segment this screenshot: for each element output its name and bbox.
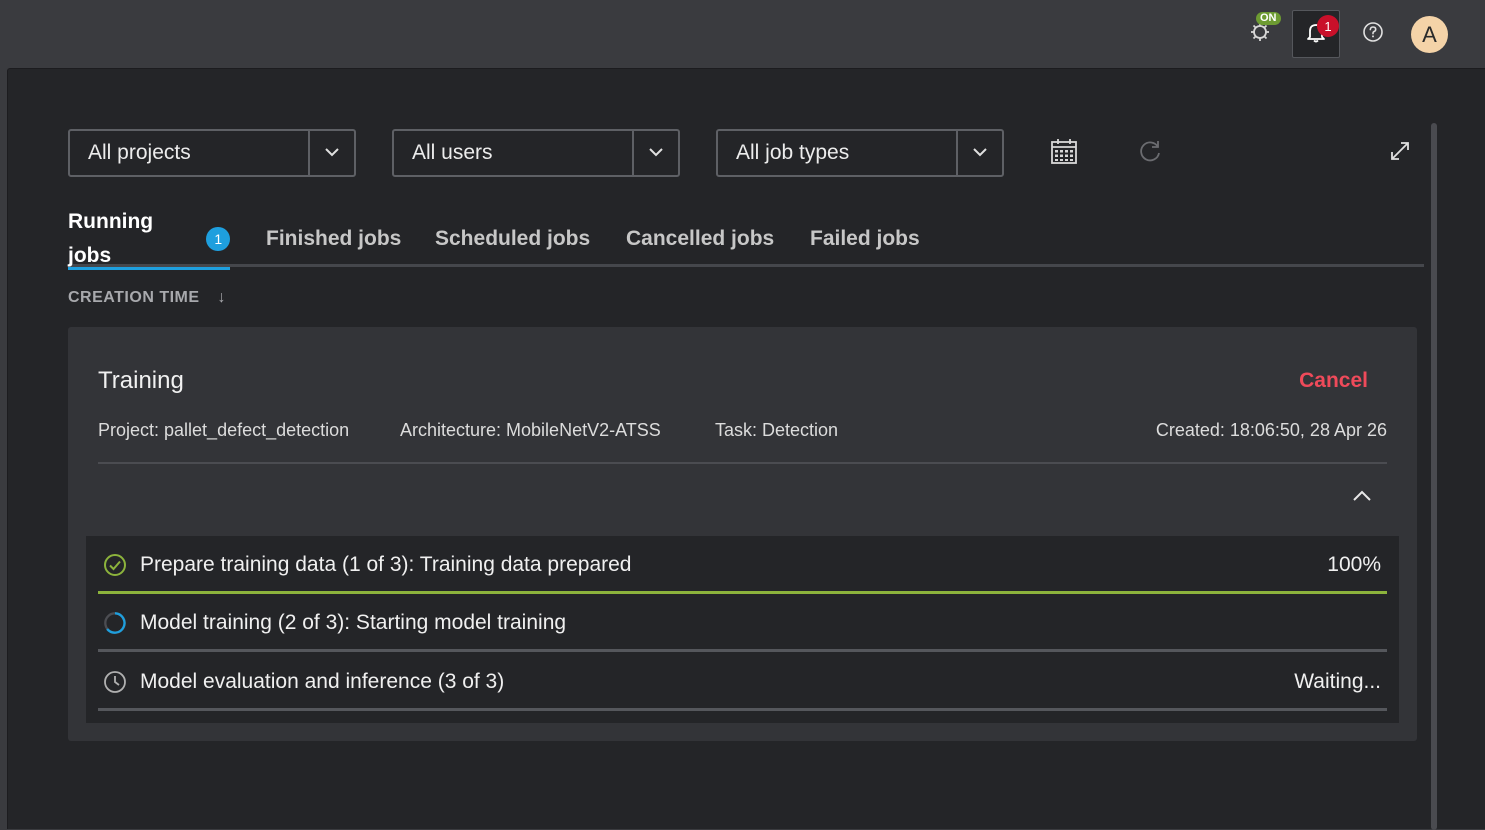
chevron-down-icon [324, 144, 340, 162]
step-status: Waiting... [1294, 670, 1381, 693]
tab-finished-jobs[interactable]: Finished jobs [266, 211, 401, 267]
job-architecture: Architecture: MobileNetV2-ATSS [400, 420, 661, 440]
job-types-filter-toggle[interactable] [958, 131, 1002, 175]
projects-filter-toggle[interactable] [310, 131, 354, 175]
job-types-filter-value: All job types [718, 131, 958, 175]
tab-failed-jobs[interactable]: Failed jobs [810, 211, 920, 267]
tab-failed-label: Failed jobs [810, 227, 920, 250]
expand-panel-button[interactable] [1380, 133, 1420, 173]
step-status: 100% [1327, 553, 1381, 576]
chevron-down-icon [648, 144, 664, 162]
clock-icon [103, 670, 127, 694]
job-step: Model training (2 of 3): Starting model … [98, 594, 1387, 652]
sort-by-creation-time[interactable]: CREATION TIME ↓ [68, 289, 226, 307]
top-bar: ON 1 A [0, 0, 1485, 68]
collapse-steps-button[interactable] [1346, 482, 1378, 514]
tab-cancelled-jobs[interactable]: Cancelled jobs [626, 211, 774, 267]
refresh-button[interactable] [1130, 133, 1170, 173]
users-filter-value: All users [394, 131, 634, 175]
users-filter-toggle[interactable] [634, 131, 678, 175]
step-label: Model evaluation and inference (3 of 3) [140, 670, 505, 693]
card-divider [98, 462, 1387, 464]
job-title: Training [98, 367, 184, 394]
accelerator-status-button[interactable]: ON [1236, 10, 1284, 58]
step-label: Prepare training data (1 of 3): Training… [140, 553, 632, 576]
job-types-filter-select[interactable]: All job types [716, 129, 1004, 177]
step-label: Model training (2 of 3): Starting model … [140, 611, 567, 634]
sort-label: CREATION TIME [68, 289, 200, 306]
projects-filter-value: All projects [70, 131, 310, 175]
vertical-scrollbar[interactable] [1431, 123, 1437, 830]
job-steps: Prepare training data (1 of 3): Training… [86, 536, 1399, 723]
tab-cancelled-label: Cancelled jobs [626, 227, 775, 250]
notifications-count-badge: 1 [1317, 15, 1339, 37]
expand-icon [1389, 140, 1411, 167]
running-count-badge: 1 [206, 227, 230, 251]
user-avatar[interactable]: A [1411, 16, 1448, 53]
users-filter-select[interactable]: All users [392, 129, 680, 177]
tab-running-label: Running jobs [68, 210, 154, 267]
step-progress-bar [98, 649, 1387, 652]
check-circle-icon [103, 553, 127, 577]
sort-arrow-down-icon: ↓ [217, 289, 227, 306]
calendar-icon [1050, 137, 1078, 170]
step-progress-bar [98, 708, 1387, 711]
projects-filter-select[interactable]: All projects [68, 129, 356, 177]
help-button[interactable] [1349, 10, 1397, 58]
notifications-button[interactable]: 1 [1292, 10, 1340, 58]
loading-spinner-icon [103, 611, 127, 635]
job-created: Created: 18:06:50, 28 Apr 26 [1155, 420, 1387, 440]
job-project: Project: pallet_defect_detection [98, 420, 350, 440]
tab-finished-label: Finished jobs [266, 227, 402, 250]
tab-running-jobs[interactable]: Running jobs 1 [68, 210, 230, 270]
chevron-up-icon [1352, 489, 1372, 507]
chevron-down-icon [972, 144, 988, 162]
tab-scheduled-jobs[interactable]: Scheduled jobs [435, 211, 590, 267]
job-card: Training Cancel Project: pallet_defect_d… [68, 327, 1417, 741]
job-status-tabs: Running jobs 1 Finished jobs Scheduled j… [68, 210, 1424, 270]
date-range-button[interactable] [1044, 133, 1084, 173]
help-icon [1362, 21, 1384, 48]
tab-scheduled-label: Scheduled jobs [435, 227, 591, 250]
job-step: Prepare training data (1 of 3): Training… [98, 536, 1387, 594]
refresh-icon [1137, 138, 1163, 169]
job-task: Task: Detection [715, 420, 839, 440]
cancel-job-button[interactable]: Cancel [1299, 369, 1368, 393]
jobs-panel: All projects All users All job types Run… [7, 68, 1485, 830]
job-step: Model evaluation and inference (3 of 3) … [98, 653, 1387, 711]
accelerator-on-badge: ON [1256, 12, 1281, 25]
